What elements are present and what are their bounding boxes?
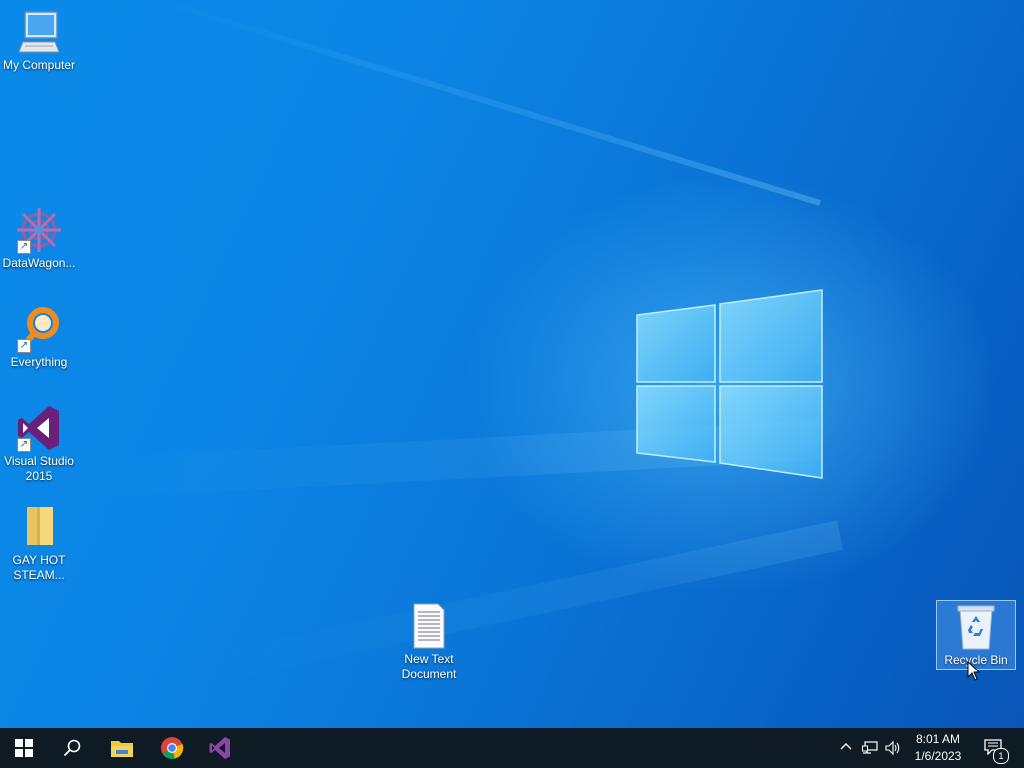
network-icon xyxy=(862,741,878,754)
volume-button[interactable] xyxy=(885,740,901,756)
taskbar: 8:01 AM 1/6/2023 1 xyxy=(0,728,1024,768)
icon-label: Everything xyxy=(10,355,68,369)
clock-date: 1/6/2023 xyxy=(914,749,962,763)
mouse-cursor-icon xyxy=(967,661,981,681)
clock-button[interactable]: 8:01 AM 1/6/2023 xyxy=(908,731,968,765)
icon-label: Visual Studio 2015 xyxy=(4,454,74,483)
taskbar-visual-studio[interactable] xyxy=(196,728,244,768)
taskbar-chrome[interactable] xyxy=(148,728,196,768)
search-icon xyxy=(63,739,81,757)
speaker-icon xyxy=(885,740,900,756)
desktop-icon-recycle-bin[interactable]: Recycle Bin xyxy=(936,600,1016,670)
wallpaper-beam xyxy=(210,520,844,683)
text-document-icon xyxy=(413,603,445,649)
folder-icon xyxy=(27,507,53,545)
icon-label: GAY HOT STEAM... xyxy=(12,553,66,582)
desktop-icon-datawagon[interactable]: ↗ DataWagon... xyxy=(0,206,78,271)
icon-label: DataWagon... xyxy=(2,256,76,270)
desktop-icon-visual-studio[interactable]: ↗ Visual Studio 2015 xyxy=(0,404,78,484)
desktop-icon-new-text-document[interactable]: New Text Document xyxy=(390,602,468,682)
clock-time: 8:01 AM xyxy=(915,732,961,746)
shortcut-arrow-icon: ↗ xyxy=(17,438,31,452)
shortcut-arrow-icon: ↗ xyxy=(17,339,31,353)
taskbar-file-explorer[interactable] xyxy=(98,728,146,768)
network-button[interactable] xyxy=(862,740,878,756)
start-icon xyxy=(15,739,33,757)
chevron-up-icon xyxy=(840,743,852,750)
action-center-button[interactable]: 1 xyxy=(976,728,1012,768)
notification-count-badge: 1 xyxy=(993,748,1009,764)
show-hidden-icons-button[interactable] xyxy=(838,740,854,756)
start-button[interactable] xyxy=(0,728,48,768)
search-button[interactable] xyxy=(48,728,96,768)
recycle-bin-icon xyxy=(957,605,995,650)
desktop-icon-my-computer[interactable]: My Computer xyxy=(0,8,78,73)
wallpaper-beam xyxy=(149,0,821,206)
computer-icon xyxy=(18,11,60,53)
icon-label: My Computer xyxy=(2,58,76,72)
windows-logo-wallpaper xyxy=(636,289,823,479)
chrome-icon xyxy=(161,737,184,760)
icon-label: New Text Document xyxy=(401,652,457,681)
desktop[interactable]: My Computer ↗ DataWagon... ↗ Everything … xyxy=(0,0,1024,728)
desktop-icon-everything[interactable]: ↗ Everything xyxy=(0,305,78,370)
shortcut-arrow-icon: ↗ xyxy=(17,240,31,254)
desktop-icon-folder[interactable]: GAY HOT STEAM... xyxy=(0,503,78,583)
file-explorer-icon xyxy=(111,741,133,757)
visual-studio-icon xyxy=(209,737,230,759)
